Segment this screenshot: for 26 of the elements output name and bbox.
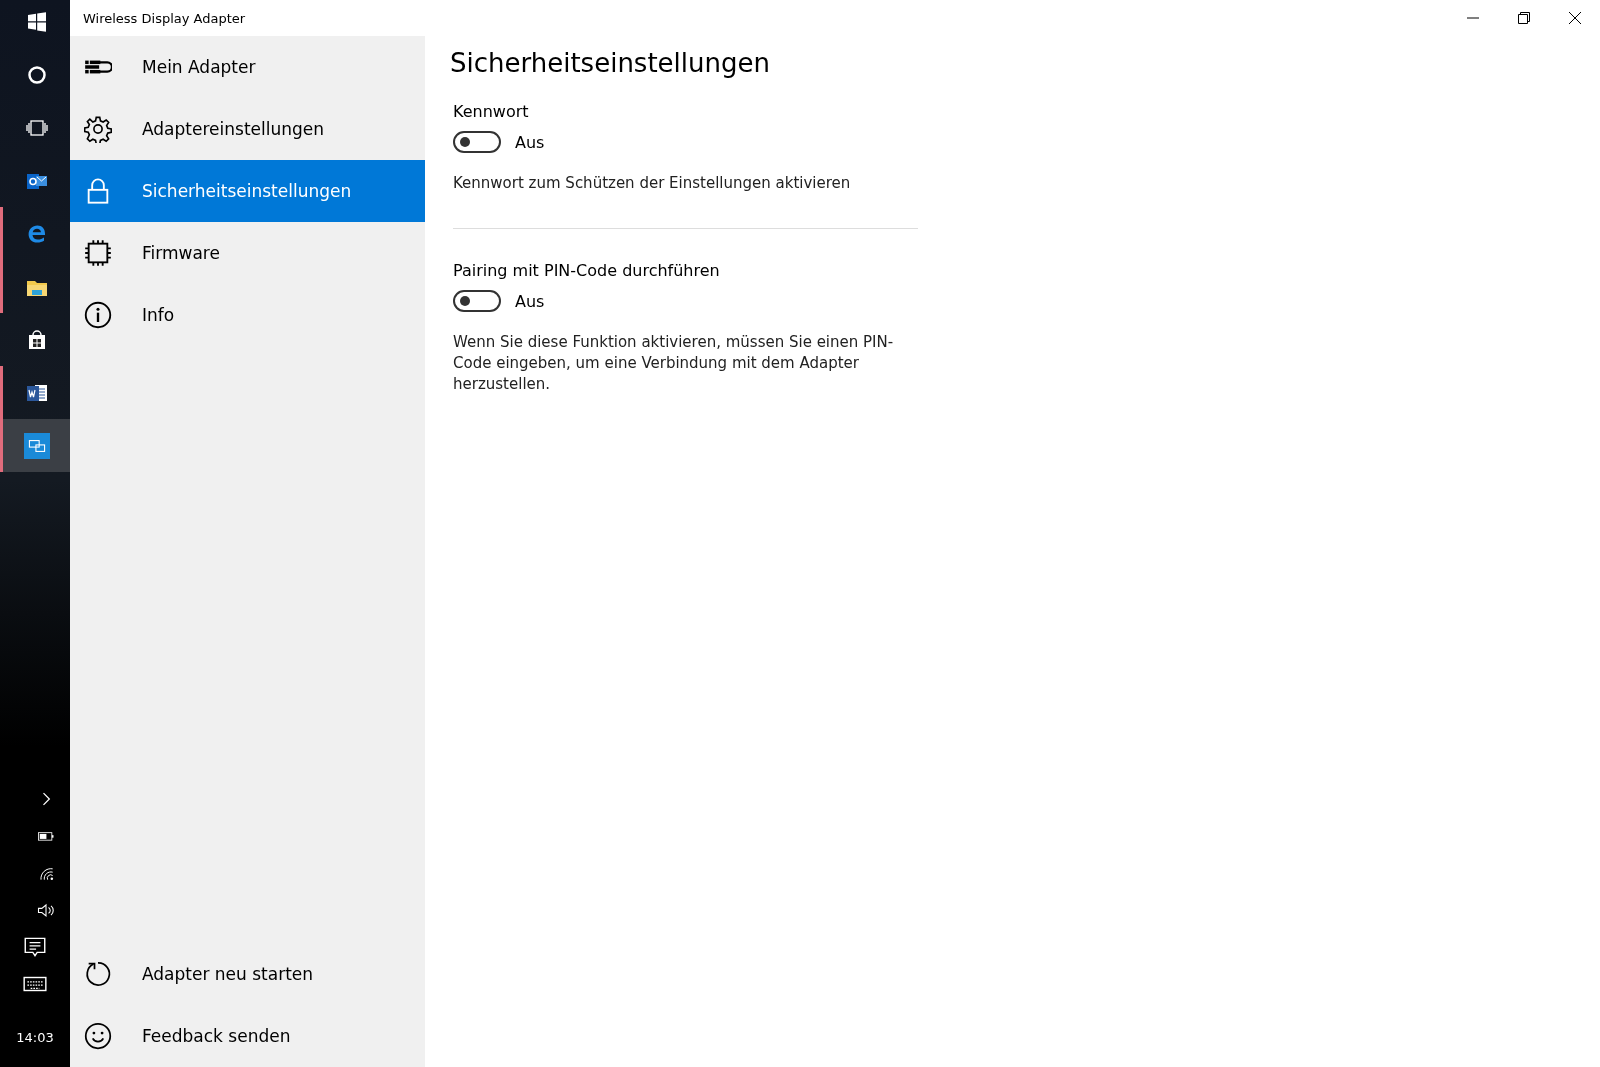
nav-item[interactable]: Firmware: [70, 222, 425, 284]
nav-action[interactable]: Adapter neu starten: [70, 943, 425, 1005]
chip-icon: [84, 239, 112, 267]
smiley-icon: [84, 1022, 112, 1050]
clock[interactable]: 14:03: [16, 1030, 54, 1045]
setting-label: Pairing mit PIN-Code durchführen: [453, 261, 720, 280]
toggle-state: Aus: [515, 132, 545, 152]
toggle-switch[interactable]: [453, 290, 501, 312]
setting-description: Wenn Sie diese Funktion aktivieren, müssen Sie einen PIN-Code eingeben, um eine Verbindung mit dem Adapter herzustellen.: [453, 332, 895, 395]
setting-label: Kennwort: [453, 102, 529, 121]
display-app-icon: [23, 432, 50, 459]
nav-item[interactable]: Info: [70, 284, 425, 346]
settings-icon: [84, 115, 112, 143]
toggle-switch[interactable]: [453, 131, 501, 153]
nav-action[interactable]: Feedback senden: [70, 1005, 425, 1067]
nav-item[interactable]: Mein Adapter: [70, 36, 425, 98]
setting-description: Kennwort zum Schützen der Einstellungen aktivieren: [453, 173, 852, 194]
info-icon: [84, 301, 112, 329]
nav-item[interactable]: Adaptereinstellungen: [70, 98, 425, 160]
page-title: Sicherheitseinstellungen: [450, 48, 770, 78]
window-title: Wireless Display Adapter: [83, 10, 247, 26]
toggle-state: Aus: [515, 291, 545, 311]
restore-icon: [1517, 12, 1530, 24]
nav-item[interactable]: Sicherheitseinstellungen: [70, 160, 425, 222]
refresh-icon: [84, 960, 112, 988]
close-icon: [1568, 12, 1581, 24]
